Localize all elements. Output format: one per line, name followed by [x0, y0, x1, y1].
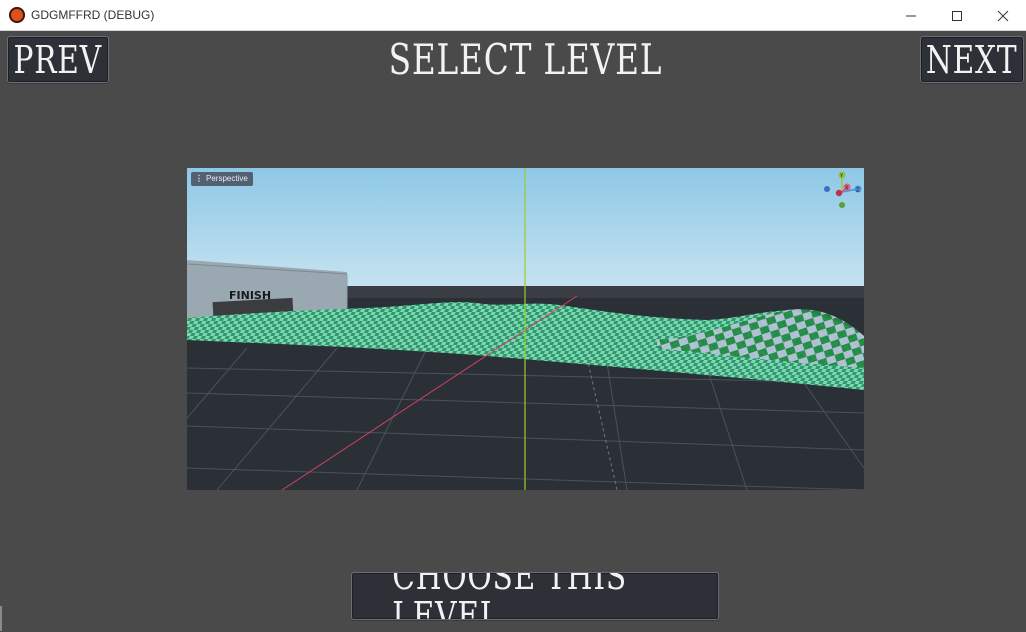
- minimize-icon: [906, 15, 916, 16]
- maximize-icon: [952, 10, 962, 21]
- perspective-badge[interactable]: ⋮ Perspective: [191, 172, 253, 186]
- app-icon: [9, 7, 25, 23]
- axis-gizmo-icon: Y Z X: [824, 171, 862, 208]
- game-viewport: PREV SELECT LEVEL NEXT FINISH ⋮ Perspect…: [0, 31, 1026, 632]
- edge-marker: [0, 606, 2, 631]
- menu-dots-icon: ⋮: [195, 174, 203, 183]
- next-button-label: NEXT: [926, 37, 1018, 82]
- gizmo-x-label: X: [845, 186, 849, 192]
- close-icon: [997, 10, 1009, 21]
- minimize-button[interactable]: [888, 0, 934, 31]
- prev-button-label: PREV: [13, 37, 103, 82]
- window-titlebar: GDGMFFRD (DEBUG): [0, 0, 1026, 31]
- perspective-label: Perspective: [206, 174, 248, 183]
- next-button[interactable]: NEXT: [920, 36, 1024, 83]
- maximize-button[interactable]: [934, 0, 980, 31]
- prev-button[interactable]: PREV: [7, 36, 109, 83]
- page-title: SELECT LEVEL: [330, 37, 720, 83]
- level-preview-scene: FINISH: [187, 168, 864, 490]
- gizmo-z-label: Z: [856, 188, 860, 194]
- level-preview: FINISH ⋮ Perspective Y Z X: [187, 168, 864, 490]
- choose-level-button[interactable]: CHOOSE THIS LEVEL: [351, 572, 719, 620]
- window-title: GDGMFFRD (DEBUG): [31, 8, 155, 22]
- select-level-heading: SELECT LEVEL: [388, 35, 662, 84]
- choose-level-label: CHOOSE THIS LEVEL: [392, 572, 627, 620]
- close-button[interactable]: [980, 0, 1026, 31]
- finish-sign-text: FINISH: [229, 289, 271, 302]
